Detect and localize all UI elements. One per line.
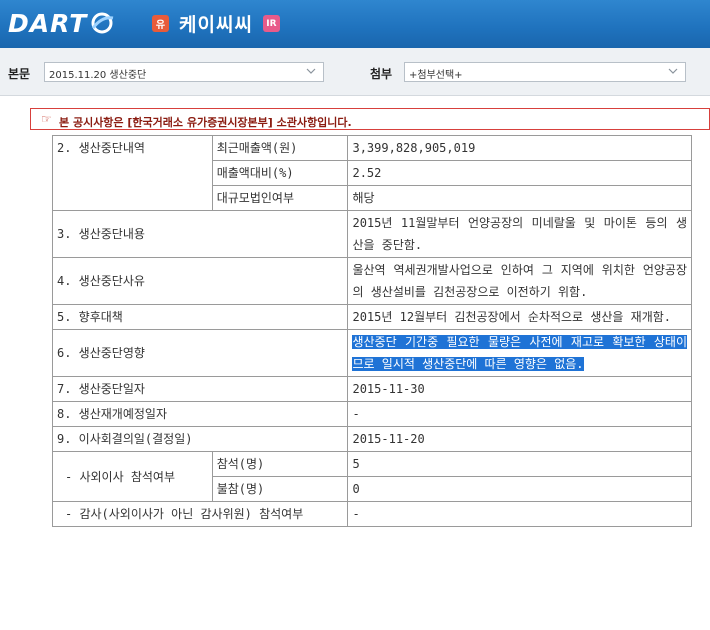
selected-text[interactable]: 생산중단 기간중 필요한 물량은 사전에 재고로 확보한 상태이므로 일시적 생…: [352, 335, 687, 371]
row-label: 6. 생산중단영향: [51, 329, 349, 377]
row-label: - 사외이사 참석여부: [52, 451, 213, 502]
logo-text: DART: [8, 8, 88, 38]
cell-value: 2015년 12월부터 김천공장에서 순차적으로 생산을 재개함.: [347, 304, 692, 330]
table-row: 4. 생산중단사유 울산역 역세권개발사업으로 인하여 그 지역에 위치한 언양…: [51, 257, 692, 305]
selected-cell-value[interactable]: 생산중단 기간중 필요한 물량은 사전에 재고로 확보한 상태이므로 일시적 생…: [347, 329, 692, 377]
cell-value: 5: [347, 451, 692, 477]
table-row: 9. 이사회결의일(결정일) 2015-11-20: [51, 426, 692, 452]
row-label: 2. 생산중단내역: [52, 135, 213, 211]
jurisdiction-notice: ☞ 본 공시사항은 [한국거래소 유가증권시장본부] 소관사항입니다.: [30, 108, 710, 130]
report-label: 본문: [8, 67, 31, 81]
cell-value: -: [347, 401, 692, 427]
sub-label: 매출액대비(%): [211, 160, 349, 186]
table-row: - 사외이사 참석여부 참석(명) 5: [52, 451, 692, 502]
table-row: 5. 향후대책 2015년 12월부터 김천공장에서 순차적으로 생산을 재개함…: [51, 304, 692, 330]
row-label: 8. 생산재개예정일자: [51, 401, 349, 427]
attach-select[interactable]: +첨부선택+: [404, 62, 686, 82]
table-row: 8. 생산재개예정일자 -: [51, 401, 692, 427]
cell-value: 2.52: [347, 160, 692, 186]
cell-value: 2015-11-30: [347, 376, 692, 402]
table-row: 2. 생산중단내역 최근매출액(원) 3,399,828,905,019: [52, 135, 692, 211]
row-label: 9. 이사회결의일(결정일): [51, 426, 349, 452]
cell-value: 0: [347, 476, 692, 502]
cell-value: 2015-11-20: [347, 426, 692, 452]
table-row: - 감사(사외이사가 아닌 감사위원) 참석여부 -: [51, 501, 692, 527]
cell-value: -: [347, 501, 692, 527]
sub-label: 대규모법인여부: [211, 185, 349, 211]
notice-text: 본 공시사항은 [한국거래소 유가증권시장본부] 소관사항입니다.: [59, 116, 352, 129]
disclosure-table: 2. 생산중단내역 최근매출액(원) 3,399,828,905,019 매출액…: [51, 135, 692, 527]
row-label: 4. 생산중단사유: [51, 257, 349, 305]
top-header: DART 유 케이씨씨 IR: [0, 0, 710, 48]
pointing-hand-icon: ☞: [41, 112, 52, 126]
company-name[interactable]: 케이씨씨: [179, 10, 253, 37]
table-row: 6. 생산중단영향 생산중단 기간중 필요한 물량은 사전에 재고로 확보한 상…: [51, 329, 692, 377]
table-row: 7. 생산중단일자 2015-11-30: [51, 376, 692, 402]
document-toolbar: 본문 2015.11.20 생산중단 첨부 +첨부선택+: [0, 48, 710, 96]
sub-label: 불참(명): [211, 476, 349, 502]
cell-value: 울산역 역세권개발사업으로 인하여 그 지역에 위치한 언양공장의 생산설비를 …: [347, 257, 692, 305]
chevron-down-icon: [306, 68, 316, 74]
cell-value: 3,399,828,905,019: [347, 135, 692, 161]
ir-badge[interactable]: IR: [262, 15, 280, 32]
document-body: ☞ 본 공시사항은 [한국거래소 유가증권시장본부] 소관사항입니다. 2. 생…: [0, 96, 710, 630]
row-label: 5. 향후대책: [51, 304, 349, 330]
row-label: 3. 생산중단내용: [51, 210, 349, 258]
dart-logo[interactable]: DART: [8, 6, 115, 40]
report-select-value: 2015.11.20 생산중단: [49, 70, 147, 81]
row-label: - 감사(사외이사가 아닌 감사위원) 참석여부: [51, 501, 349, 527]
logo-swoosh-icon: [91, 12, 114, 34]
market-badge: 유: [152, 15, 169, 32]
chevron-down-icon: [668, 68, 678, 74]
table-row: 3. 생산중단내용 2015년 11월말부터 언양공장의 미네랄울 및 마이톤 …: [51, 210, 692, 258]
row-label: 7. 생산중단일자: [51, 376, 349, 402]
cell-value: 2015년 11월말부터 언양공장의 미네랄울 및 마이톤 등의 생산을 중단함…: [347, 210, 692, 258]
attach-select-value: +첨부선택+: [409, 70, 463, 81]
company-title: 유 케이씨씨 IR: [152, 10, 280, 37]
sub-label: 최근매출액(원): [211, 135, 349, 161]
cell-value: 해당: [347, 185, 692, 211]
attach-label: 첨부: [370, 67, 393, 81]
report-select[interactable]: 2015.11.20 생산중단: [44, 62, 324, 82]
sub-label: 참석(명): [211, 451, 349, 477]
